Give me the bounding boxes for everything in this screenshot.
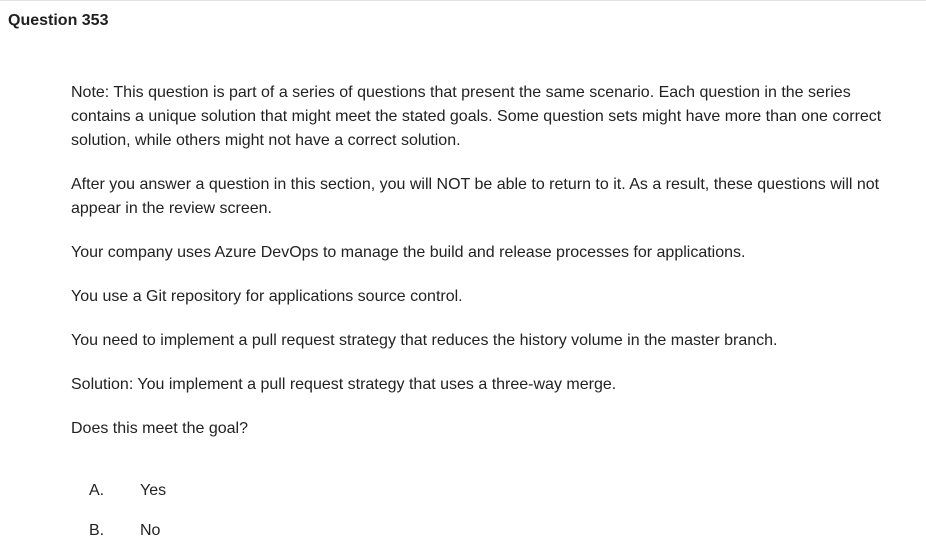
question-paragraph-prompt: Does this meet the goal?	[71, 420, 248, 437]
answer-choice-text: No	[140, 522, 161, 539]
question-paragraph-requirement: You need to implement a pull request str…	[71, 332, 778, 349]
question-body: Note: This question is part of a series …	[71, 81, 911, 461]
question-title: Question 353	[8, 12, 109, 29]
question-paragraph-solution: Solution: You implement a pull request s…	[71, 376, 617, 393]
question-paragraph-repository: You use a Git repository for application…	[71, 288, 463, 305]
answer-choices: A. Yes B. No	[89, 479, 389, 559]
question-paragraph-scenario: Your company uses Azure DevOps to manage…	[71, 244, 746, 261]
answer-choice-letter: B.	[89, 522, 105, 539]
answer-choice-letter: A.	[89, 482, 105, 499]
answer-choice-a[interactable]: A. Yes	[89, 479, 389, 503]
top-divider	[0, 0, 926, 1]
question-paragraph-warning: After you answer a question in this sect…	[71, 176, 880, 217]
answer-choice-b[interactable]: B. No	[89, 519, 389, 543]
answer-choice-text: Yes	[140, 482, 167, 499]
question-paragraph-note: Note: This question is part of a series …	[71, 84, 882, 149]
